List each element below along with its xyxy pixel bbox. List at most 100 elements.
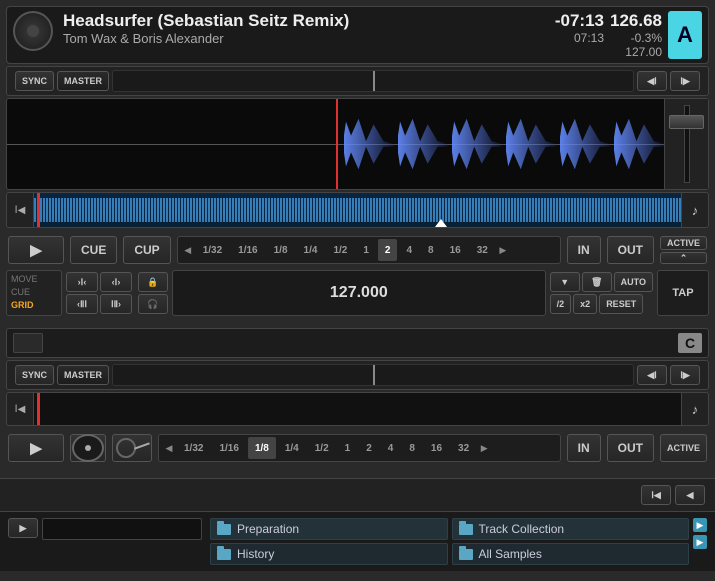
bpm-current: 126.68 (610, 11, 662, 31)
folder-track-collection[interactable]: Track Collection (452, 518, 690, 540)
deck-c-badge[interactable]: C (678, 333, 702, 353)
cup-button[interactable]: CUP (123, 236, 170, 264)
deck-c-play-button[interactable]: ▶ (8, 434, 64, 462)
deck-c-quantize-icon[interactable]: ♪ (681, 392, 709, 426)
tempo-fader[interactable] (664, 99, 708, 189)
browser-prev-button[interactable]: ◀ (675, 485, 705, 505)
pitchbend-up-button[interactable]: Ⅰ▶ (670, 71, 700, 91)
loopc-4[interactable]: 4 (381, 437, 401, 459)
time-remaining: -07:13 (555, 11, 604, 31)
cue-tab[interactable]: CUE (11, 286, 57, 298)
loop-next-button[interactable]: ▶ (497, 245, 509, 256)
loopc-1-2[interactable]: 1/2 (308, 437, 336, 459)
deck-c-pitchbend-up[interactable]: Ⅰ▶ (670, 365, 700, 385)
loopc-1-8[interactable]: 1/8 (248, 437, 276, 459)
folder-preparation[interactable]: Preparation (210, 518, 448, 540)
loop-1-16[interactable]: 1/16 (231, 239, 264, 261)
browser-skip-start-button[interactable]: Ⅰ◀ (641, 485, 671, 505)
bpm-field[interactable]: 127.000 (172, 270, 546, 316)
grid-tab[interactable]: GRID (11, 299, 57, 311)
deck-a-badge[interactable]: A (668, 11, 702, 59)
sync-button[interactable]: SYNC (15, 71, 54, 91)
deck-c-loop-prev[interactable]: ◀ (163, 443, 175, 454)
loop-1-2[interactable]: 1/2 (326, 239, 354, 261)
move-tab[interactable]: MOVE (11, 273, 57, 285)
loop-32[interactable]: 32 (470, 239, 495, 261)
loop-1-32[interactable]: 1/32 (196, 239, 229, 261)
loop-1-8[interactable]: 1/8 (267, 239, 295, 261)
deck-a-header: Headsurfer (Sebastian Seitz Remix) Tom W… (6, 6, 709, 64)
grid-expand-right-icon[interactable]: ‹Ⅰ› (100, 272, 132, 292)
folder-history[interactable]: History (210, 543, 448, 565)
loop-prev-button[interactable]: ◀ (182, 245, 194, 256)
loop-size-selector: ◀ 1/32 1/16 1/8 1/4 1/2 1 2 4 8 16 32 ▶ (177, 236, 561, 264)
loop-out-button[interactable]: OUT (607, 236, 654, 264)
waveform-canvas[interactable] (7, 99, 664, 189)
loopc-16[interactable]: 16 (424, 437, 449, 459)
loop-8[interactable]: 8 (421, 239, 441, 261)
deck-c-waveform[interactable] (34, 392, 681, 426)
headphone-cue-button[interactable]: 🎧 (138, 294, 168, 314)
loopc-32[interactable]: 32 (451, 437, 476, 459)
grid-shrink-left-icon[interactable]: ›Ⅰ‹ (66, 272, 98, 292)
loop-active-button[interactable]: ACTIVE (660, 236, 707, 250)
favorite-add-button-2[interactable]: ▶ (693, 535, 707, 549)
deck-c-loop-next[interactable]: ▶ (478, 443, 490, 454)
deck-c-pitchbend-down[interactable]: ◀Ⅰ (637, 365, 667, 385)
track-title: Headsurfer (Sebastian Seitz Remix) (63, 11, 555, 31)
deck-c-master-button[interactable]: MASTER (57, 365, 109, 385)
deck-c-skip-start[interactable]: Ⅰ◀ (6, 392, 34, 426)
loopc-1-16[interactable]: 1/16 (212, 437, 245, 459)
deck-c-loop-out[interactable]: OUT (607, 434, 654, 462)
favorite-add-button[interactable]: ▶ (693, 518, 707, 532)
deck-c-loop-in[interactable]: IN (567, 434, 601, 462)
skip-to-start-button[interactable]: Ⅰ◀ (6, 192, 34, 228)
quantize-icon[interactable]: ♪ (681, 192, 709, 228)
play-button[interactable]: ▶ (8, 236, 64, 264)
vinyl-mode-button[interactable] (70, 434, 106, 462)
deck-a-jogwheel[interactable] (13, 11, 53, 51)
loopc-8[interactable]: 8 (402, 437, 422, 459)
lock-grid-button[interactable]: 🔒 (138, 272, 168, 292)
loop-1[interactable]: 1 (356, 239, 376, 261)
folder-icon (217, 524, 231, 535)
grid-adjust-group: ›Ⅰ‹ ‹Ⅰ› ‹ⅡⅠ ⅠⅡ› (64, 270, 134, 316)
delete-gridmarker-button[interactable]: 🗑 (582, 272, 612, 292)
auto-grid-button[interactable]: AUTO (614, 272, 653, 292)
bpm-reset-button[interactable]: RESET (599, 294, 643, 314)
bpm-double-button[interactable]: x2 (573, 294, 597, 314)
tap-bpm-button[interactable]: TAP (657, 270, 709, 316)
set-gridmarker-button[interactable]: ▼ (550, 272, 580, 292)
overview-waveform[interactable] (34, 192, 681, 228)
grid-fine-right-icon[interactable]: ⅠⅡ› (100, 294, 132, 314)
folder-all-samples[interactable]: All Samples (452, 543, 690, 565)
bpm-block: 126.68 -0.3% 127.00 (610, 11, 662, 59)
loop-4[interactable]: 4 (399, 239, 419, 261)
track-artist: Tom Wax & Boris Alexander (63, 31, 555, 46)
cue-button[interactable]: CUE (70, 236, 117, 264)
loop-16[interactable]: 16 (443, 239, 468, 261)
loop-in-button[interactable]: IN (567, 236, 601, 264)
preview-field[interactable] (42, 518, 202, 540)
loop-1-4[interactable]: 1/4 (297, 239, 325, 261)
loopc-2[interactable]: 2 (359, 437, 379, 459)
deck-a-waveform[interactable] (6, 98, 709, 190)
turntable-mode-button[interactable] (112, 434, 152, 462)
pitchbend-down-button[interactable]: ◀Ⅰ (637, 71, 667, 91)
loopc-1-4[interactable]: 1/4 (278, 437, 306, 459)
master-button[interactable]: MASTER (57, 71, 109, 91)
preview-play-button[interactable]: ▶ (8, 518, 38, 538)
deck-c-sync-button[interactable]: SYNC (15, 365, 54, 385)
grid-panel: MOVE CUE GRID ›Ⅰ‹ ‹Ⅰ› ‹ⅡⅠ ⅠⅡ› 🔒 🎧 127.00… (6, 270, 709, 316)
deck-c-cover (13, 333, 43, 353)
loop-2[interactable]: 2 (378, 239, 398, 261)
loopc-1[interactable]: 1 (338, 437, 358, 459)
folder-icon (459, 549, 473, 560)
deck-c-loop-active[interactable]: ACTIVE (660, 434, 707, 462)
time-elapsed: 07:13 (555, 31, 604, 45)
browser-nav: Ⅰ◀ ◀ (0, 478, 715, 512)
bpm-half-button[interactable]: /2 (550, 294, 572, 314)
loopc-1-32[interactable]: 1/32 (177, 437, 210, 459)
loop-arrow-button[interactable]: ⌃ (660, 252, 707, 264)
grid-fine-left-icon[interactable]: ‹ⅡⅠ (66, 294, 98, 314)
